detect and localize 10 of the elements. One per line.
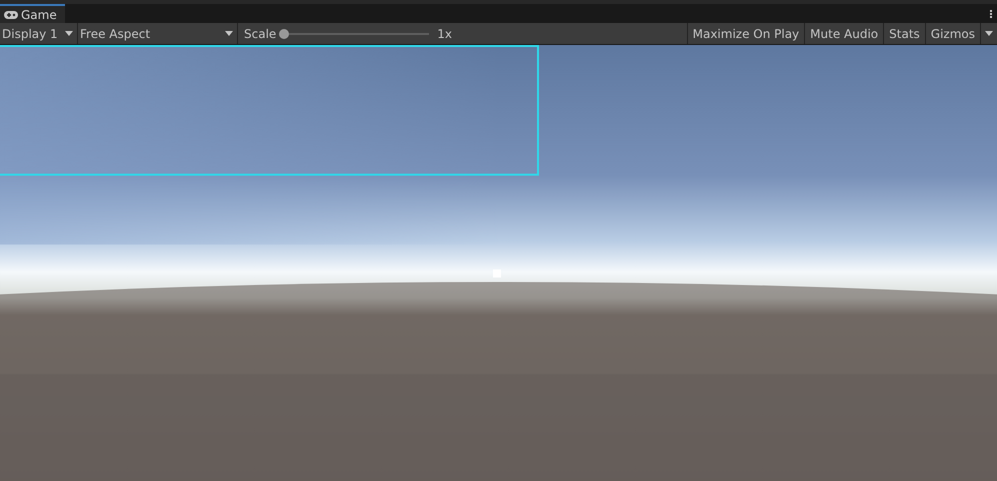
display-dropdown[interactable]: Display 1 [0, 23, 78, 44]
dropdown-arrow-icon [225, 31, 233, 36]
scale-label: Scale [244, 26, 276, 40]
gamepad-icon [4, 10, 18, 18]
caret-icon[interactable] [985, 31, 993, 36]
dropdown-arrow-icon [65, 31, 73, 36]
aspect-dropdown[interactable]: Free Aspect [78, 23, 238, 44]
scale-slider[interactable] [279, 28, 290, 38]
scale-value: 1x [437, 26, 452, 40]
game-tab[interactable]: Game [0, 4, 65, 23]
